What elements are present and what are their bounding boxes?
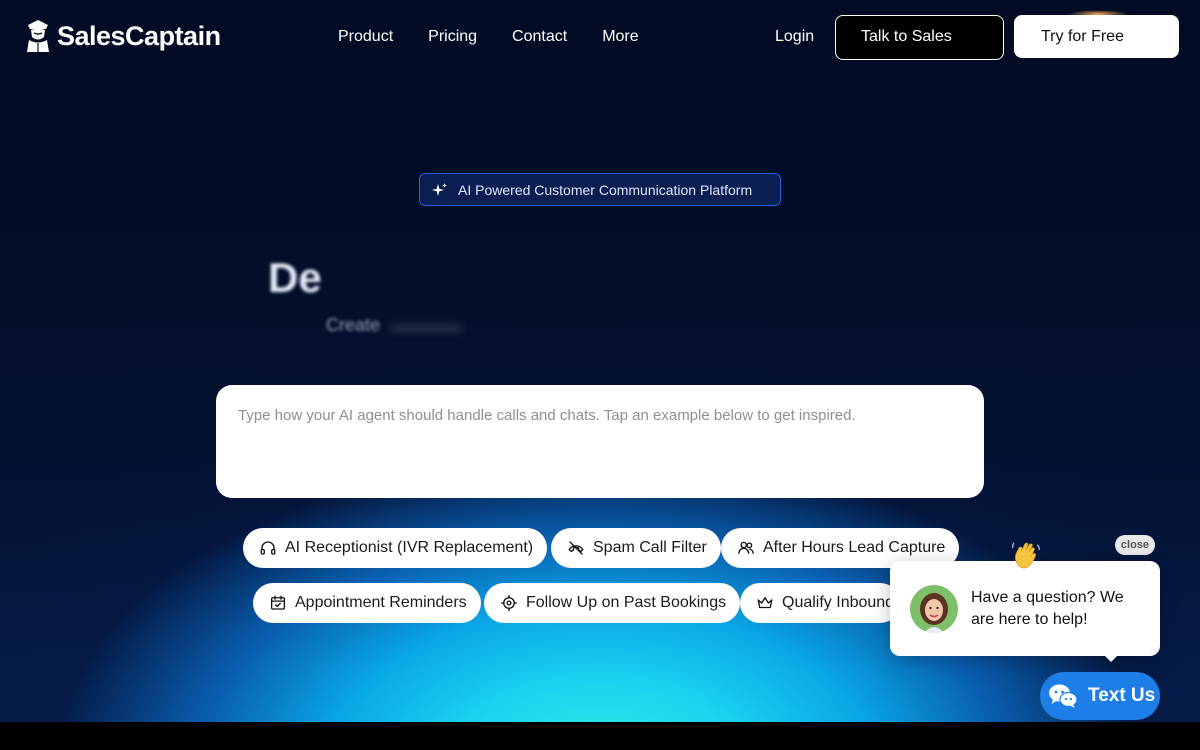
blurred-text: ▬▬▬▬ [385,315,463,335]
captain-logo-icon [27,20,49,52]
chip-label: Spam Call Filter [593,539,707,556]
chip-label: Follow Up on Past Bookings [526,594,727,611]
nav-pricing[interactable]: Pricing [428,28,477,46]
example-ai-receptionist[interactable]: AI Receptionist (IVR Replacement) [243,528,548,568]
main-nav: Product Pricing Contact More [338,28,639,46]
nav-contact[interactable]: Contact [512,28,567,46]
calendar-check-icon [270,595,286,610]
example-follow-up-past-bookings[interactable]: Follow Up on Past Bookings [484,583,741,623]
waving-hand-icon [1012,542,1040,569]
brand-name: SalesCaptain [57,20,221,51]
nav-more[interactable]: More [602,28,638,46]
hero-subheadline-text: Create [326,315,381,335]
users-icon [738,541,754,554]
crown-icon [757,597,773,609]
chip-label: Qualify Inbound [782,594,895,611]
hero-subheadline: Create ▬▬▬▬ [326,315,462,336]
talk-to-sales-button[interactable]: Talk to Sales [835,15,1004,60]
agent-avatar [910,585,958,633]
headset-icon [260,541,276,555]
bottom-strip [0,722,1200,750]
chip-label: AI Receptionist (IVR Replacement) [285,539,534,556]
phone-off-icon [568,541,584,555]
target-icon [500,594,518,612]
agent-prompt-input[interactable] [238,407,962,476]
try-for-free-button[interactable]: Try for Free [1014,15,1179,58]
chip-label: Appointment Reminders [295,594,467,611]
agent-prompt-box [216,385,984,498]
chat-bubbles-icon [1049,684,1078,708]
login-link[interactable]: Login [775,28,814,46]
hero-section: SalesCaptain Product Pricing Contact Mor… [0,0,1200,722]
example-appointment-reminders[interactable]: Appointment Reminders [253,583,481,623]
sparkles-icon [432,182,447,196]
nav-product[interactable]: Product [338,28,393,46]
hero-headline: De [268,254,322,301]
chat-popup[interactable]: Have a question? We are here to help! [890,561,1160,656]
brand-logo[interactable]: SalesCaptain [25,19,221,53]
text-us-label: Text Us [1088,685,1156,706]
chat-close-button[interactable]: close [1115,535,1155,555]
chip-label: After Hours Lead Capture [763,539,946,556]
chat-greeting: Have a question? We are here to help! [971,589,1124,628]
example-qualify-inbound[interactable]: Qualify Inbound [740,583,900,623]
platform-badge: AI Powered Customer Communication Platfo… [419,173,781,206]
example-spam-call-filter[interactable]: Spam Call Filter [551,528,721,568]
chat-popup-tail [1103,654,1119,662]
badge-text: AI Powered Customer Communication Platfo… [458,181,753,198]
text-us-button[interactable]: Text Us [1040,672,1160,720]
